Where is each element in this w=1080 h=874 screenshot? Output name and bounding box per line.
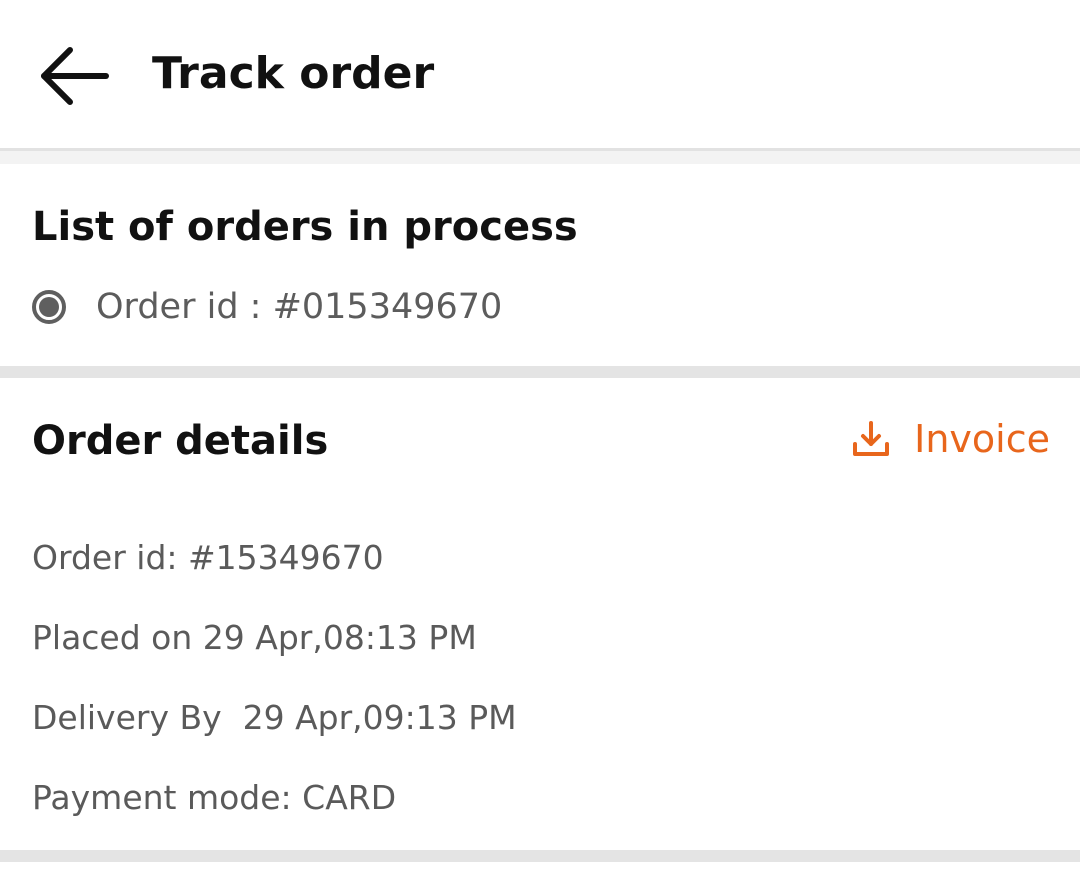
radio-selected-icon[interactable] — [32, 290, 66, 324]
back-button[interactable] — [36, 44, 112, 108]
orders-in-process-title: List of orders in process — [32, 204, 578, 250]
delivery-by-line: Delivery By 29 Apr,09:13 PM — [32, 698, 517, 737]
section-gap — [0, 850, 1080, 862]
orders-in-process-section: List of orders in process Order id : #01… — [0, 164, 1080, 366]
section-gap — [0, 366, 1080, 378]
page-title: Track order — [152, 48, 435, 99]
order-details-title: Order details — [32, 418, 329, 464]
order-id-line: Order id: #15349670 — [32, 538, 384, 577]
download-icon — [853, 421, 890, 456]
app-header: Track order — [0, 0, 1080, 148]
next-section-edge — [0, 862, 1080, 874]
order-radio-label: Order id : #015349670 — [96, 287, 503, 327]
track-order-screen: Track order List of orders in process Or… — [0, 0, 1080, 874]
order-radio-option[interactable]: Order id : #015349670 — [32, 282, 502, 332]
section-gap — [0, 151, 1080, 164]
payment-mode-line: Payment mode: CARD — [32, 778, 397, 817]
invoice-label: Invoice — [914, 417, 1050, 461]
arrow-left-icon — [41, 47, 109, 105]
invoice-button[interactable]: Invoice — [852, 414, 1050, 464]
order-details-section: Order details Invoice Order id: #1534967… — [0, 378, 1080, 850]
placed-on-line: Placed on 29 Apr,08:13 PM — [32, 618, 477, 657]
